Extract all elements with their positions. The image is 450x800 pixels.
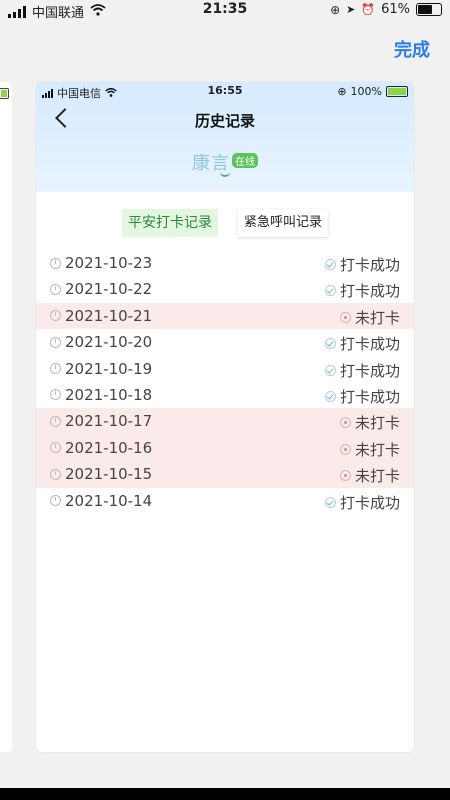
record-date-text: 2021-10-21 — [65, 306, 153, 325]
list-item: 2021-10-22 打卡成功 — [36, 276, 414, 302]
record-status: 打卡成功 — [324, 333, 400, 354]
record-status-text: 未打卡 — [354, 467, 400, 486]
header: 中国电信 16:55 ⊕ 100% 历史记录 康言 在线 — [36, 82, 414, 192]
clock-icon — [50, 389, 61, 401]
record-date-text: 2021-10-20 — [65, 333, 153, 352]
os-status-bar: 中国联通 21:35 ⊕ ➤ ⏰ 61% — [0, 0, 450, 22]
record-status: 打卡成功 — [324, 492, 400, 513]
clock-icon — [50, 415, 61, 427]
record-date: 2021-10-14 — [50, 492, 152, 510]
record-status-text: 打卡成功 — [339, 256, 400, 274]
check-circle-icon — [324, 259, 336, 270]
battery-icon — [386, 86, 408, 97]
record-status: 未打卡 — [339, 307, 400, 328]
battery-percent: 100% — [350, 85, 382, 98]
list-item: 2021-10-17 未打卡 — [36, 408, 414, 435]
lock-rotation-icon: ⊕ — [337, 85, 347, 98]
record-date-text: 2021-10-23 — [65, 254, 153, 272]
record-date: 2021-10-17 — [50, 412, 152, 430]
list-item: 2021-10-20 打卡成功 — [36, 329, 414, 355]
list-item: 2021-10-16 未打卡 — [36, 434, 414, 462]
record-status-text: 打卡成功 — [339, 335, 400, 354]
record-date-text: 2021-10-17 — [65, 412, 153, 431]
record-date-text: 2021-10-19 — [65, 359, 153, 378]
record-status-text: 未打卡 — [354, 440, 400, 459]
list-item: 2021-10-19 打卡成功 — [36, 356, 414, 382]
clock-icon — [50, 468, 61, 480]
record-date: 2021-10-20 — [50, 333, 152, 351]
record-date-text: 2021-10-16 — [65, 438, 153, 457]
missed-circle-icon — [339, 311, 351, 323]
clock-icon — [50, 363, 61, 375]
check-circle-icon — [324, 496, 336, 508]
online-status-badge: 在线 — [232, 153, 258, 168]
record-status: 未打卡 — [339, 412, 400, 433]
clock-icon — [50, 495, 61, 507]
record-date-text: 2021-10-15 — [65, 465, 153, 484]
screenshot-card[interactable]: 中国电信 16:55 ⊕ 100% 历史记录 康言 在线 平安打卡记录 紧急呼叫记… — [36, 82, 414, 752]
record-date: 2021-10-15 — [50, 465, 152, 483]
record-status: 未打卡 — [339, 439, 400, 460]
missed-circle-icon — [339, 470, 351, 482]
alarm-icon: ⏰ — [361, 3, 376, 16]
record-date: 2021-10-22 — [50, 280, 152, 298]
list-item: 2021-10-18 打卡成功 — [36, 382, 414, 408]
record-date-text: 2021-10-18 — [65, 385, 153, 404]
battery-icon — [416, 3, 442, 16]
record-date: 2021-10-16 — [50, 439, 152, 457]
record-status: 打卡成功 — [324, 254, 400, 275]
clock-icon — [50, 442, 61, 454]
tab-emergency-records[interactable]: 紧急呼叫记录 — [237, 209, 328, 237]
check-circle-icon — [324, 364, 336, 376]
check-circle-icon — [324, 390, 336, 402]
record-date: 2021-10-23 — [50, 254, 152, 272]
clock-icon — [50, 257, 61, 269]
record-date: 2021-10-18 — [50, 386, 152, 404]
list-item: 2021-10-21 未打卡 — [36, 302, 414, 330]
previous-screenshot-card[interactable] — [0, 82, 12, 752]
location-icon: ➤ — [346, 3, 356, 16]
list-item: 2021-10-14 打卡成功 — [36, 488, 414, 514]
battery-icon — [0, 88, 9, 99]
record-date: 2021-10-21 — [50, 307, 152, 325]
record-status: 打卡成功 — [324, 360, 400, 381]
record-date-text: 2021-10-14 — [65, 491, 153, 510]
clock-icon — [50, 336, 61, 348]
page-title: 历史记录 — [194, 112, 255, 130]
record-status-text: 未打卡 — [354, 308, 400, 327]
bottom-bar — [0, 788, 450, 800]
battery-percent: 61% — [381, 2, 410, 17]
record-status-text: 打卡成功 — [339, 493, 400, 512]
record-status: 打卡成功 — [324, 280, 400, 301]
record-list: 2021-10-23 打卡成功 2021-10-22 打卡成功 2021-10-21 未打… — [36, 250, 414, 514]
inner-status-bar: 中国电信 16:55 ⊕ 100% — [36, 82, 414, 100]
check-circle-icon — [324, 338, 336, 350]
record-status: 打卡成功 — [324, 386, 400, 407]
smile-icon — [220, 170, 230, 177]
record-date-text: 2021-10-22 — [65, 280, 153, 299]
record-status: 未打卡 — [339, 465, 400, 486]
record-date: 2021-10-19 — [50, 360, 152, 378]
missed-circle-icon — [339, 443, 351, 455]
done-button[interactable]: 完成 — [394, 36, 430, 62]
list-item: 2021-10-23 打卡成功 — [36, 250, 414, 276]
record-status-text: 未打卡 — [354, 414, 400, 433]
lock-rotation-icon: ⊕ — [330, 2, 341, 17]
record-tabs: 平安打卡记录 紧急呼叫记录 — [36, 209, 414, 237]
check-circle-icon — [324, 285, 336, 297]
clock-icon — [50, 310, 61, 322]
record-status-text: 打卡成功 — [339, 282, 400, 301]
missed-circle-icon — [339, 417, 351, 429]
record-status-text: 打卡成功 — [339, 361, 400, 380]
clock-icon — [50, 283, 61, 295]
record-status-text: 打卡成功 — [339, 387, 400, 406]
tab-checkin-records[interactable]: 平安打卡记录 — [121, 209, 218, 237]
list-item: 2021-10-15 未打卡 — [36, 461, 414, 488]
